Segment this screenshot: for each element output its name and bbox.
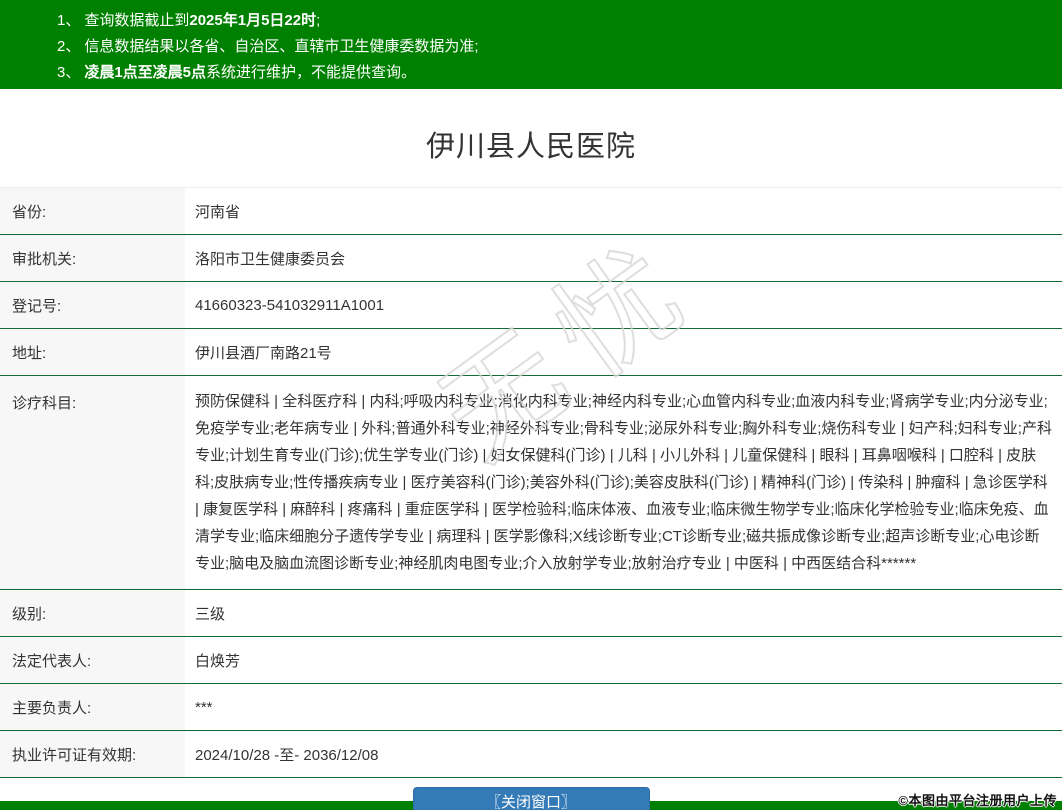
notice-text: 系统进行维护，不能提供查询。: [206, 64, 416, 81]
notice-text: 查询数据截止到: [84, 12, 189, 29]
table-row-main-person-in-charge: 主要负责人: ***: [0, 684, 1062, 731]
row-label: 法定代表人:: [0, 637, 185, 683]
notice-line-1: 1、查询数据截止到2025年1月5日22时;: [57, 8, 1042, 34]
row-label: 审批机关:: [0, 235, 185, 281]
table-row-legal-representative: 法定代表人: 白焕芳: [0, 637, 1062, 684]
notice-text: ;: [316, 12, 320, 29]
copyright-watermark: ©本图由平台注册用户上传: [898, 790, 1057, 809]
row-label: 主要负责人:: [0, 684, 185, 730]
table-row-registration-number: 登记号: 41660323-541032911A1001: [0, 282, 1062, 329]
table-row-medical-departments: 诊疗科目: 预防保健科 | 全科医疗科 | 内科;呼吸内科专业;消化内科专业;神…: [0, 376, 1062, 590]
row-value: 预防保健科 | 全科医疗科 | 内科;呼吸内科专业;消化内科专业;神经内科专业;…: [185, 376, 1062, 589]
hospital-info-table: 省份: 河南省 审批机关: 洛阳市卫生健康委员会 登记号: 41660323-5…: [0, 187, 1062, 778]
row-value: 41660323-541032911A1001: [185, 282, 1062, 328]
row-label: 执业许可证有效期:: [0, 731, 185, 777]
row-value: 2024/10/28 -至- 2036/12/08: [185, 731, 1062, 777]
hospital-license-query-page: 1、查询数据截止到2025年1月5日22时; 2、信息数据结果以各省、自治区、直…: [0, 0, 1062, 810]
notice-bold-text: 2025年1月5日22时: [189, 12, 316, 29]
notice-line-2: 2、信息数据结果以各省、自治区、直辖市卫生健康委数据为准;: [57, 34, 1042, 60]
notice-bold-text: 凌晨1点至凌晨5点: [84, 64, 206, 81]
notice-number: 1、: [57, 12, 80, 29]
notice-banner: 1、查询数据截止到2025年1月5日22时; 2、信息数据结果以各省、自治区、直…: [0, 0, 1062, 89]
row-value: 三级: [185, 590, 1062, 636]
row-value: 洛阳市卫生健康委员会: [185, 235, 1062, 281]
row-label: 诊疗科目:: [0, 376, 185, 589]
notice-number: 2、: [57, 38, 80, 55]
notice-line-3: 3、凌晨1点至凌晨5点系统进行维护，不能提供查询。: [57, 60, 1042, 86]
row-label: 登记号:: [0, 282, 185, 328]
table-row-approval-authority: 审批机关: 洛阳市卫生健康委员会: [0, 235, 1062, 282]
row-value: ***: [185, 684, 1062, 730]
row-label: 省份:: [0, 188, 185, 234]
row-value: 河南省: [185, 188, 1062, 234]
row-value: 白焕芳: [185, 637, 1062, 683]
row-value: 伊川县酒厂南路21号: [185, 329, 1062, 375]
notice-number: 3、: [57, 64, 80, 81]
table-row-province: 省份: 河南省: [0, 188, 1062, 235]
table-row-license-validity-period: 执业许可证有效期: 2024/10/28 -至- 2036/12/08: [0, 731, 1062, 778]
notice-text: 信息数据结果以各省、自治区、直辖市卫生健康委数据为准;: [84, 38, 478, 55]
table-row-address: 地址: 伊川县酒厂南路21号: [0, 329, 1062, 376]
close-window-button[interactable]: 〖关闭窗口〗: [413, 787, 650, 810]
row-label: 级别:: [0, 590, 185, 636]
table-row-level: 级别: 三级: [0, 590, 1062, 637]
page-title: 伊川县人民医院: [0, 123, 1062, 165]
row-label: 地址:: [0, 329, 185, 375]
